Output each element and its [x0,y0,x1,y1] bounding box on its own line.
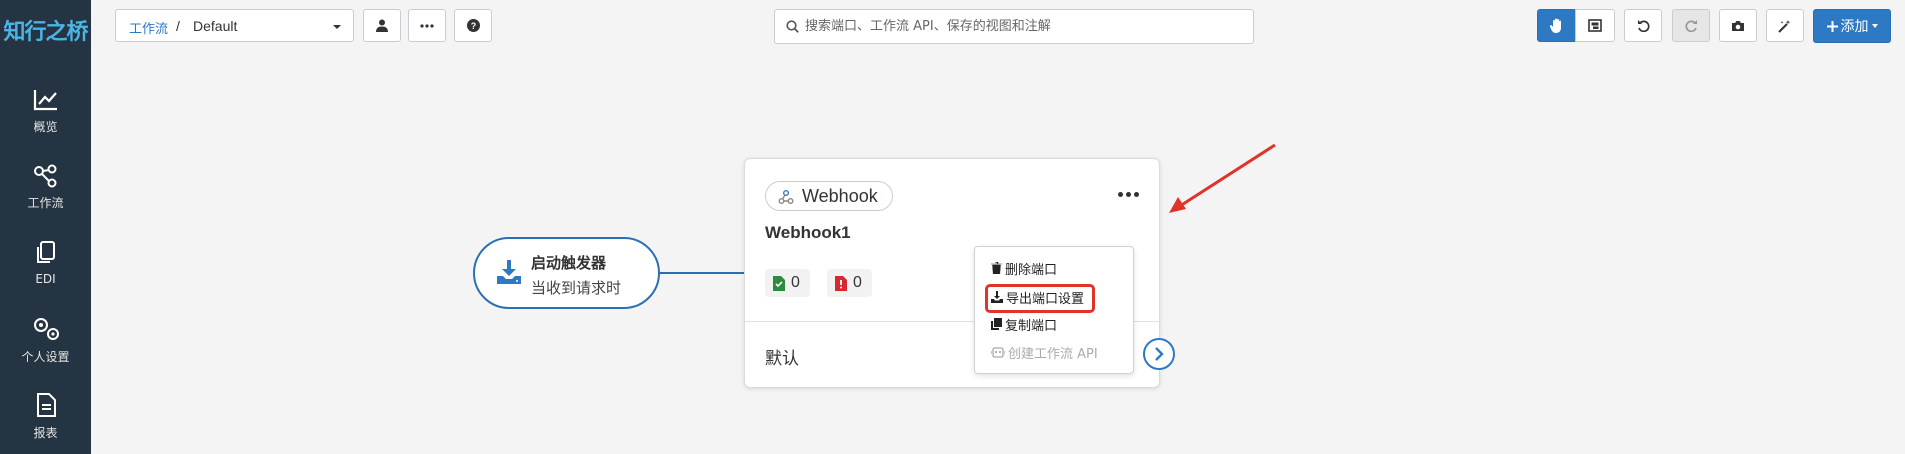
breadcrumb-link[interactable]: 工作流 [129,18,168,37]
start-trigger-node[interactable]: 启动触发器 当收到请求时 [473,237,660,309]
sidebar-item-reports[interactable]: 报表 [0,392,91,454]
magic-wand-icon [1778,19,1791,33]
help-button[interactable]: ? [454,9,492,42]
error-count: 0 [853,274,862,291]
chart-line-icon [33,90,57,111]
sidebar-item-label: 工作流 [27,196,64,210]
menu-item-copy-port[interactable]: 复制端口 [991,314,1057,334]
search-box[interactable] [774,9,1254,44]
download-icon [497,260,521,284]
next-connector-button[interactable] [1143,338,1175,370]
file-lines-icon [36,393,56,417]
success-count: 0 [791,274,800,291]
menu-item-label: 复制端口 [1005,318,1058,334]
workflow-selector[interactable]: 工作流 / Default [115,9,354,42]
ellipsis-dot [1126,192,1131,197]
port-context-menu: 删除端口 导出端口设置 复制端口 创建工作流 API [974,246,1134,374]
ellipsis-icon [1118,192,1123,197]
breadcrumb-current: Default [193,18,238,34]
object-group-icon [1588,19,1602,32]
trigger-subtitle: 当收到请求时 [531,279,622,297]
redo-icon [1685,20,1697,32]
sidebar-item-label: EDI [35,272,56,286]
default-output-label: 默认 [765,349,799,369]
sidebar-item-overview[interactable]: 概览 [0,88,91,158]
copy-icon [36,241,55,263]
chevron-down-icon [333,25,341,29]
breadcrumb-separator: / [176,18,180,34]
menu-item-create-workflow-api[interactable]: 创建工作流 API [991,342,1098,362]
search-icon [786,20,799,33]
ellipsis-dot [1134,192,1139,197]
plus-icon [1826,20,1838,32]
trigger-title: 启动触发器 [531,254,607,272]
webhook-icon [778,190,794,204]
hand-icon [1549,18,1561,33]
file-check-icon [773,276,785,291]
robot-icon [991,346,1005,358]
highlight-box [985,284,1095,313]
port-type-badge: Webhook [765,181,893,211]
caret-down-icon [1871,24,1878,28]
trash-icon [991,262,1002,274]
search-input[interactable] [805,10,1245,43]
camera-icon [1732,20,1744,31]
card-menu-button[interactable] [1118,192,1139,197]
ellipsis-icon [420,23,434,28]
add-button-label: 添加 [1840,19,1869,35]
svg-text:?: ? [470,21,476,31]
port-name: Webhook1 [765,223,851,242]
undo-button[interactable] [1624,9,1662,42]
undo-icon [1637,20,1649,32]
gears-icon [33,318,59,340]
copy-icon [991,318,1002,330]
sidebar-item-personal-settings[interactable]: 个人设置 [0,316,91,386]
chevron-right-icon [1155,347,1164,361]
pan-mode-button[interactable] [1537,9,1576,42]
auto-layout-button[interactable] [1766,9,1804,42]
add-button[interactable]: 添加 [1813,9,1891,43]
share-nodes-icon [33,164,56,188]
sidebar-item-label: 报表 [33,426,58,440]
sidebar-item-label: 个人设置 [21,350,70,364]
menu-item-delete-port[interactable]: 删除端口 [991,258,1057,278]
sidebar: 知行之桥 概览 工作流 EDI 个人设置 报表 [0,0,91,454]
success-count-badge[interactable]: 0 [765,269,810,297]
select-mode-button[interactable] [1575,9,1615,42]
connector-line [660,272,744,274]
sidebar-item-label: 概览 [33,120,58,134]
user-icon [376,19,388,32]
screenshot-button[interactable] [1719,9,1757,42]
redo-button[interactable] [1672,9,1710,42]
sidebar-item-edi[interactable]: EDI [0,240,91,310]
user-button[interactable] [363,9,401,42]
sidebar-item-workflow[interactable]: 工作流 [0,164,91,234]
more-options-button[interactable] [408,9,446,42]
menu-item-label: 删除端口 [1005,262,1058,278]
file-error-icon [835,276,847,291]
app-logo[interactable]: 知行之桥 [0,14,91,46]
port-type-label: Webhook [802,186,878,206]
menu-item-label: 创建工作流 API [1008,346,1098,362]
annotation-arrow [1169,143,1276,213]
error-count-badge[interactable]: 0 [827,269,872,297]
question-circle-icon: ? [466,19,480,32]
